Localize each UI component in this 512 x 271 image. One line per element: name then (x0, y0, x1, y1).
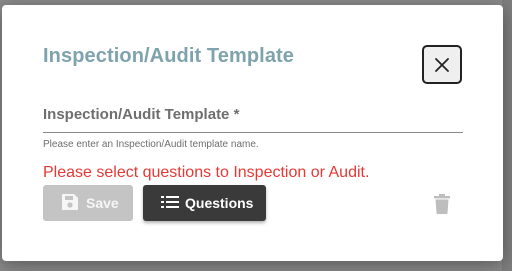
close-icon (434, 57, 450, 73)
save-button-label: Save (86, 195, 119, 211)
template-name-helper: Please enter an Inspection/Audit templat… (43, 139, 259, 150)
save-button[interactable]: Save (43, 185, 133, 221)
close-button[interactable] (422, 45, 462, 84)
save-icon (61, 193, 79, 214)
delete-button[interactable] (433, 194, 451, 219)
questions-button-label: Questions (185, 195, 254, 211)
template-name-label: Inspection/Audit Template * (43, 106, 240, 123)
list-icon (161, 195, 179, 212)
template-name-field: Inspection/Audit Template * Please enter… (43, 105, 463, 150)
dialog-title: Inspection/Audit Template (43, 45, 295, 67)
template-dialog: Inspection/Audit Template Inspection/Aud… (2, 5, 503, 261)
trash-icon (433, 194, 451, 218)
modal-backdrop (502, 0, 512, 271)
questions-button[interactable]: Questions (143, 185, 266, 221)
error-message: Please select questions to Inspection or… (43, 164, 370, 181)
template-name-input[interactable] (43, 130, 463, 133)
